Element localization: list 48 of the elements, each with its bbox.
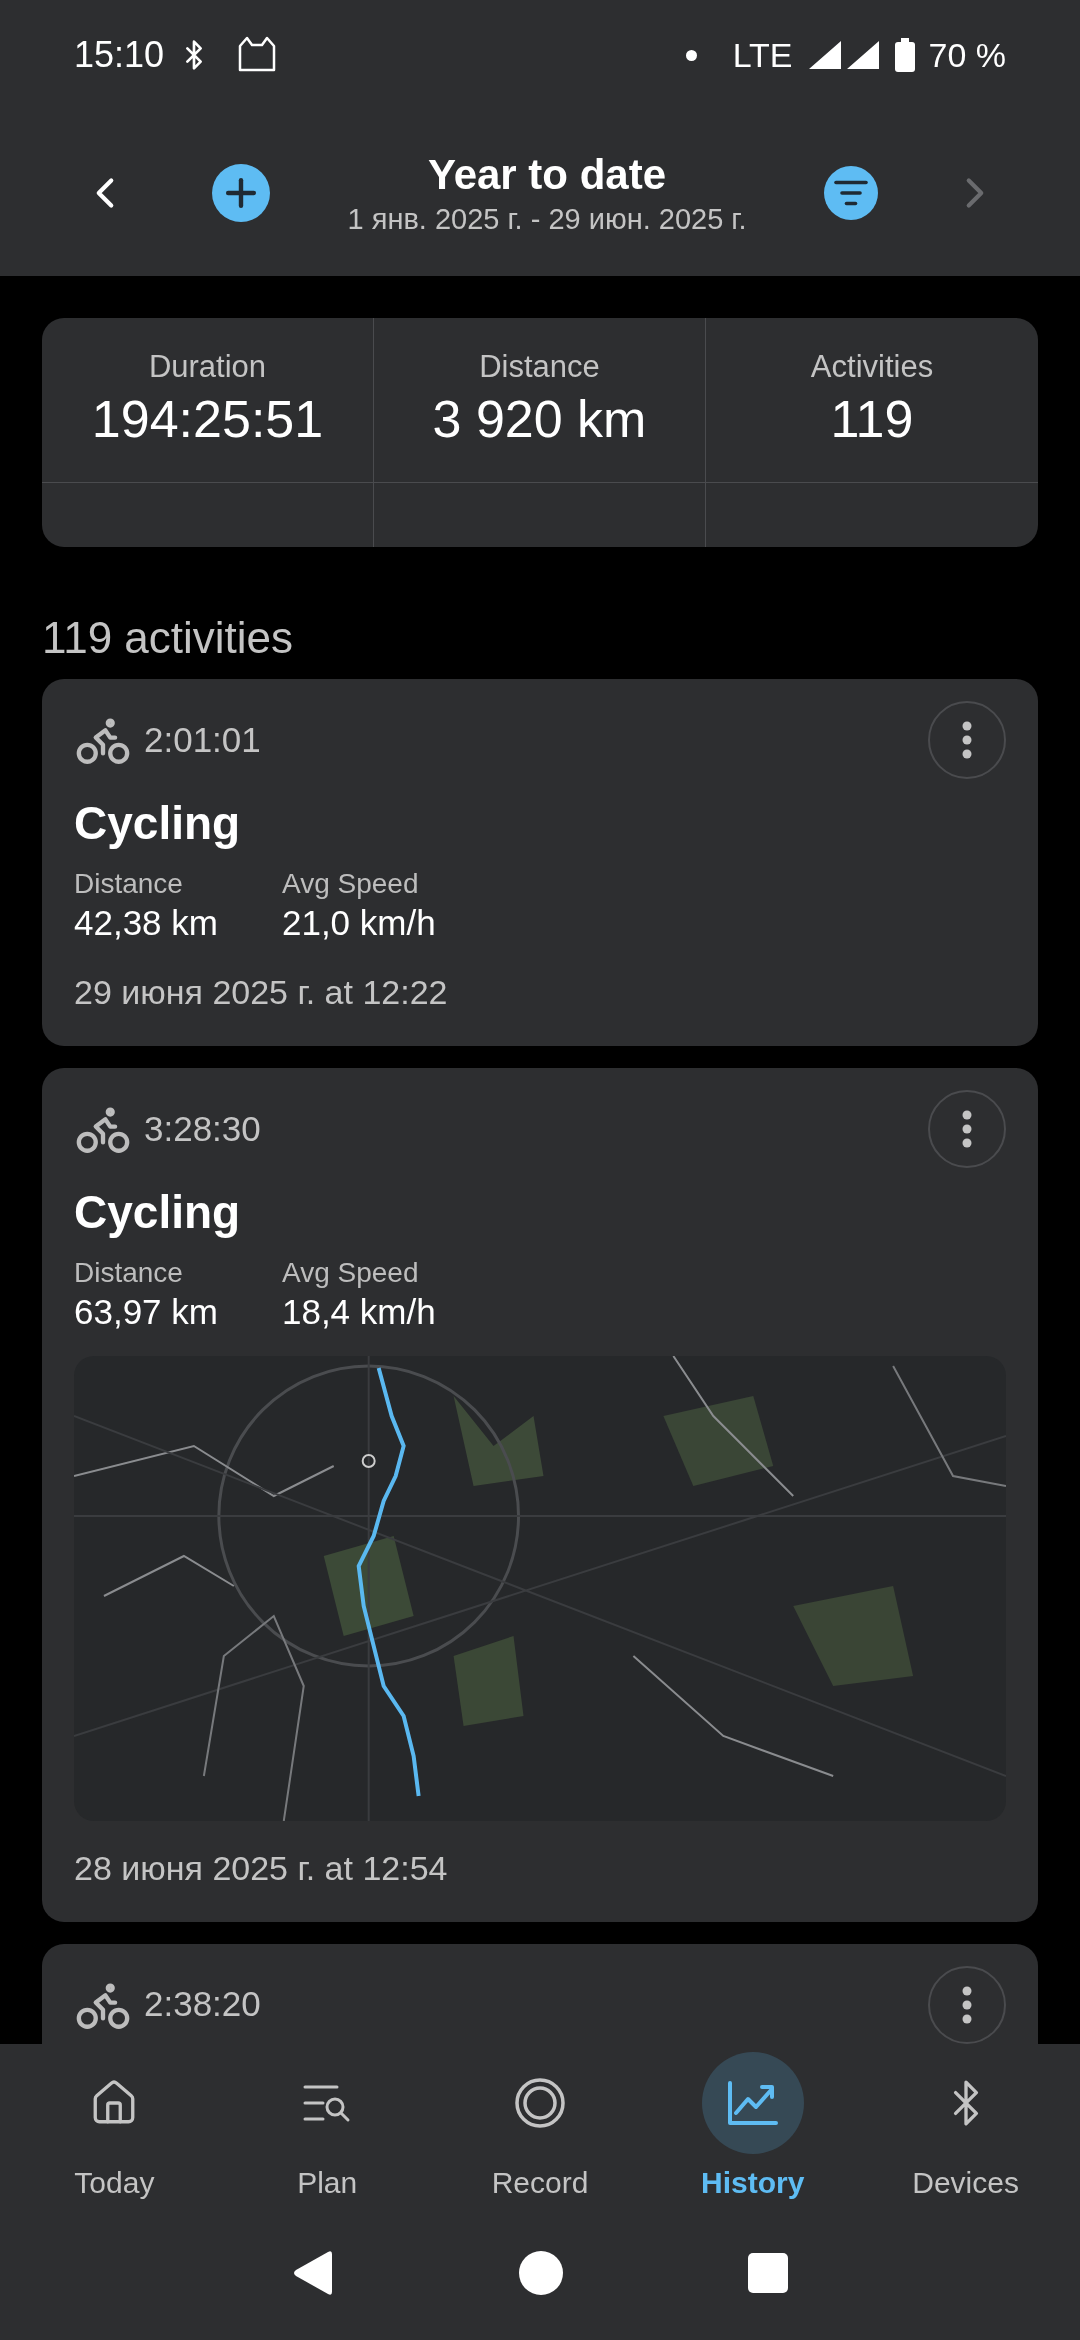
filter-button[interactable] — [824, 166, 878, 220]
summary-value: 119 — [830, 388, 914, 450]
summary-label: Activities — [810, 348, 934, 386]
activity-card[interactable]: 2:01:01 Cycling Distance 42,38 km Avg Speed 21,0 km/h 29 июня 2025 г. at 12:22 — [42, 679, 1038, 1046]
stat-value: 42,38 km — [74, 902, 218, 944]
nav-tab[interactable]: Record — [440, 2052, 640, 2205]
nav-tab[interactable]: Devices — [865, 2052, 1066, 2205]
nav-tab[interactable]: Plan — [227, 2052, 428, 2205]
activity-card[interactable]: 2:38:20 — [42, 1943, 1038, 2044]
battery-level: 70 % — [928, 34, 1006, 76]
stat-value: 21,0 km/h — [281, 902, 436, 944]
chart-icon — [725, 2079, 780, 2127]
header-title: Year to date — [427, 149, 667, 200]
network-type: LTE — [732, 34, 793, 76]
stat-label: Avg Speed — [281, 867, 420, 901]
stat-label: Distance — [74, 867, 184, 901]
activity-duration: 3:28:30 — [144, 1107, 261, 1150]
stat-label: Distance — [74, 1255, 184, 1290]
summary-value: 194:25:51 — [91, 388, 324, 450]
add-button[interactable] — [212, 164, 270, 222]
more-button[interactable] — [928, 701, 1006, 779]
recents-nav-icon[interactable] — [747, 2252, 788, 2293]
activity-title: Cycling — [74, 796, 242, 851]
battery-icon — [894, 38, 915, 72]
summary-label: Distance — [479, 348, 600, 386]
activity-date: 28 июня 2025 г. at 12:54 — [74, 1847, 449, 1889]
activity-duration: 2:01:01 — [144, 718, 261, 761]
summary-label: Duration — [148, 348, 267, 386]
back-nav-icon[interactable] — [292, 2249, 335, 2296]
activity-date: 29 июня 2025 г. at 12:22 — [74, 971, 449, 1013]
record-icon — [514, 2077, 566, 2129]
stat-label: Avg Speed — [281, 1255, 420, 1290]
more-button[interactable] — [928, 1089, 1006, 1168]
more-icon — [962, 1985, 972, 2024]
activity-title: Cycling — [74, 1184, 242, 1240]
date-range: 1 янв. 2025 г. - 29 июн. 2025 г. — [347, 202, 747, 238]
status-time: 15:10 — [74, 33, 165, 77]
stat-value: 18,4 km/h — [281, 1290, 436, 1333]
summary-value: 3 920 km — [432, 388, 647, 450]
activity-duration: 2:38:20 — [144, 1983, 261, 2026]
list-heading: 119 activities — [42, 612, 295, 664]
more-icon — [962, 721, 972, 759]
nav-tab[interactable]: Today — [14, 2052, 215, 2205]
more-icon — [962, 1109, 972, 1148]
activity-card[interactable]: 3:28:30 Cycling Distance 63,97 km Avg Speed 18,4 km/h 28 июня 2025 г. at 12:54 — [42, 1067, 1038, 1922]
home-nav-icon[interactable] — [519, 2250, 563, 2295]
stat-value: 63,97 km — [74, 1290, 218, 1333]
nav-tab[interactable]: History — [652, 2052, 853, 2205]
